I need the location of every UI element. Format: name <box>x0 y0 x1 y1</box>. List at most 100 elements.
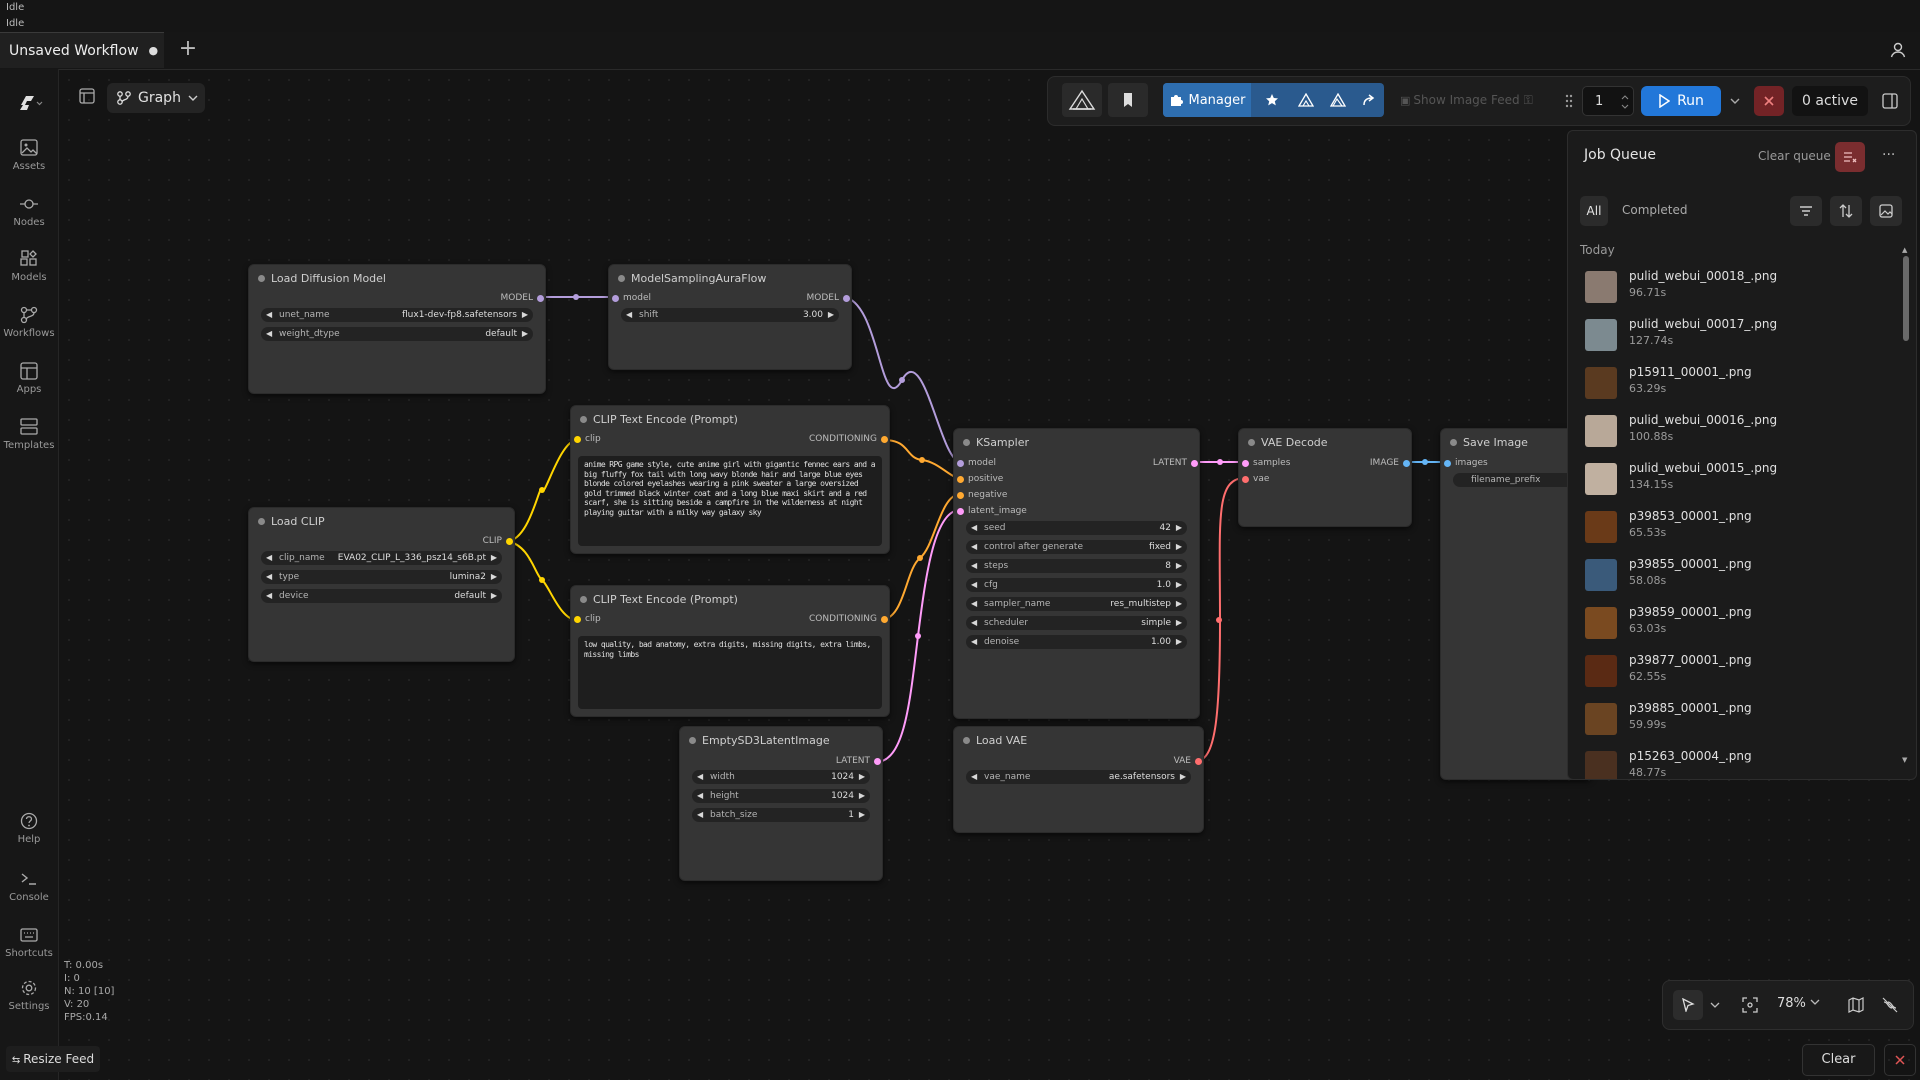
node-vae-decode[interactable]: VAE Decode samples vae IMAGE <box>1238 428 1412 527</box>
queue-item[interactable]: pulid_webui_00015_.png 134.15s <box>1585 457 1885 505</box>
manager-button[interactable]: Manager <box>1163 83 1251 117</box>
input-slot-model[interactable]: model <box>954 456 1088 470</box>
widget-control-after-generate[interactable]: ◀ control after generate fixed ▶ <box>966 540 1187 554</box>
queue-item[interactable]: p39877_00001_.png 62.55s <box>1585 649 1885 697</box>
app-logo-menu[interactable] <box>0 93 58 117</box>
widget-weight-dtype[interactable]: ◀ weight_dtype default ▶ <box>261 327 533 341</box>
fit-view-button[interactable] <box>1735 990 1765 1020</box>
bookmark-button[interactable] <box>1108 83 1148 117</box>
widget-clip-name[interactable]: ◀ clip_name EVA02_CLIP_L_336_psz14_s6B.pt ▶ <box>261 551 502 565</box>
show-image-feed-toggle[interactable]: ▣ Show Image Feed ⚿ <box>1400 93 1533 108</box>
close-feed-button[interactable] <box>1884 1044 1916 1076</box>
widget-shift[interactable]: ◀ shift 3.00 ▶ <box>621 308 839 322</box>
queue-tab-all[interactable]: All <box>1580 196 1608 226</box>
node-clip-text-encode-positive[interactable]: CLIP Text Encode (Prompt) clip CONDITION… <box>570 405 890 554</box>
node-load-diffusion-model[interactable]: Load Diffusion Model MODEL ◀ unet_name flu… <box>248 264 546 394</box>
batch-count-input[interactable]: 1 <box>1582 86 1634 116</box>
output-slot-vae[interactable]: VAE <box>1091 754 1203 768</box>
sidebar-item-nodes[interactable]: Nodes <box>0 195 58 228</box>
output-slot-clip[interactable]: CLIP <box>402 534 514 548</box>
node-load-clip[interactable]: Load CLIP CLIP ◀ clip_name EVA02_CLIP_L_33… <box>248 507 515 662</box>
queue-item[interactable]: p15263_00004_.png 48.77s <box>1585 745 1885 779</box>
cancel-run-button[interactable] <box>1754 86 1784 116</box>
run-button[interactable]: Run <box>1641 86 1721 116</box>
sidebar-item-templates[interactable]: Templates <box>0 418 58 451</box>
run-options-dropdown[interactable] <box>1723 86 1747 116</box>
widget-denoise[interactable]: ◀ denoise 1.00 ▶ <box>966 635 1187 649</box>
output-slot-latent[interactable]: LATENT <box>1087 456 1199 470</box>
right-panel-toggle[interactable] <box>1876 86 1904 116</box>
tab-unsaved-workflow[interactable]: Unsaved Workflow ● <box>0 32 164 68</box>
node-empty-sd3-latent-image[interactable]: EmptySD3LatentImage LATENT ◀ width 1024 ▶ ◀… <box>679 726 883 881</box>
input-slot-vae[interactable]: vae <box>1239 472 1343 486</box>
node-model-sampling-auraflow[interactable]: ModelSamplingAuraFlow model MODEL ◀ shift… <box>608 264 852 370</box>
input-slot-latent-image[interactable]: latent_image <box>954 504 1088 518</box>
input-slot-clip[interactable]: clip <box>571 432 685 446</box>
sidebar-item-console[interactable]: Console <box>0 870 58 903</box>
negative-prompt-textarea[interactable]: low quality, bad anatomy, extra digits, … <box>578 636 882 709</box>
queue-tab-completed[interactable]: Completed <box>1622 203 1687 217</box>
prompt-textarea[interactable]: anime RPG game style, cute anime girl wi… <box>578 456 882 546</box>
clear-queue-icon-button[interactable] <box>1835 142 1865 172</box>
output-slot-image[interactable]: IMAGE <box>1319 456 1411 470</box>
more-options-button[interactable]: ··· <box>1882 147 1895 163</box>
output-slot-model[interactable]: MODEL <box>413 291 545 305</box>
hide-links-button[interactable] <box>1875 990 1905 1020</box>
sidebar-item-models[interactable]: Models <box>0 250 58 283</box>
output-slot-model[interactable]: MODEL <box>739 291 851 305</box>
widget-seed[interactable]: ◀ seed 42 ▶ <box>966 521 1187 535</box>
queue-item[interactable]: pulid_webui_00018_.png 96.71s <box>1585 265 1885 313</box>
input-slot-images[interactable]: images <box>1441 456 1555 470</box>
zoom-level[interactable]: 78% <box>1777 996 1820 1011</box>
minimap-button[interactable] <box>1841 990 1871 1020</box>
clear-queue-button[interactable]: Clear queue <box>1758 149 1831 163</box>
queue-item[interactable]: p39855_00001_.png 58.08s <box>1585 553 1885 601</box>
node-clip-text-encode-negative[interactable]: CLIP Text Encode (Prompt) clip CONDITION… <box>570 585 890 717</box>
sort-button[interactable] <box>1830 196 1862 226</box>
input-slot-positive[interactable]: positive <box>954 472 1088 486</box>
queue-item[interactable]: p39885_00001_.png 59.99s <box>1585 697 1885 745</box>
output-slot-latent[interactable]: LATENT <box>770 754 882 768</box>
scroll-down-icon[interactable]: ▼ <box>1902 756 1907 764</box>
sidebar-item-shortcuts[interactable]: Shortcuts <box>0 926 58 959</box>
widget-cfg[interactable]: ◀ cfg 1.0 ▶ <box>966 578 1187 592</box>
resize-feed-button[interactable]: ⇆ Resize Feed <box>6 1046 100 1072</box>
queue-scrollbar[interactable]: ▲ ▼ <box>1902 246 1909 766</box>
queue-item[interactable]: pulid_webui_00016_.png 100.88s <box>1585 409 1885 457</box>
user-icon[interactable] <box>1888 40 1908 60</box>
select-tool-button[interactable] <box>1673 990 1703 1020</box>
tool-dropdown[interactable] <box>1705 990 1725 1020</box>
queue-item[interactable]: pulid_webui_00017_.png 127.74s <box>1585 313 1885 361</box>
node-ksampler[interactable]: KSampler model positive negative latent_… <box>953 428 1200 719</box>
sidebar-item-settings[interactable]: Settings <box>0 979 58 1012</box>
sidebar-item-workflows[interactable]: Workflows <box>0 306 58 339</box>
output-slot-conditioning[interactable]: CONDITIONING <box>737 612 889 626</box>
gallery-view-button[interactable] <box>1870 196 1902 226</box>
widget-vae-name[interactable]: ◀ vae_name ae.safetensors ▶ <box>966 770 1191 784</box>
new-tab-button[interactable]: + <box>176 36 200 64</box>
queue-item[interactable]: p39853_00001_.png 65.53s <box>1585 505 1885 553</box>
clear-feed-button[interactable]: Clear <box>1802 1044 1875 1076</box>
widget-device[interactable]: ◀ device default ▶ <box>261 589 502 603</box>
widget-width[interactable]: ◀ width 1024 ▶ <box>692 770 870 784</box>
sidebar-item-apps[interactable]: Apps <box>0 362 58 395</box>
widget-height[interactable]: ◀ height 1024 ▶ <box>692 789 870 803</box>
logo-button[interactable] <box>1062 83 1102 117</box>
input-slot-model[interactable]: model <box>609 291 723 305</box>
queue-item[interactable]: p39859_00001_.png 63.03s <box>1585 601 1885 649</box>
widget-scheduler[interactable]: ◀ scheduler simple ▶ <box>966 616 1187 630</box>
input-slot-clip[interactable]: clip <box>571 612 685 626</box>
active-jobs-button[interactable]: 0 active <box>1792 86 1868 116</box>
widget-type[interactable]: ◀ type lumina2 ▶ <box>261 570 502 584</box>
drag-handle-icon[interactable] <box>1564 92 1574 110</box>
input-slot-negative[interactable]: negative <box>954 488 1088 502</box>
widget-batch-size[interactable]: ◀ batch_size 1 ▶ <box>692 808 870 822</box>
node-load-vae[interactable]: Load VAE VAE ◀ vae_name ae.safetensors ▶ <box>953 726 1204 833</box>
scroll-up-icon[interactable]: ▲ <box>1902 246 1907 254</box>
sidebar-item-help[interactable]: Help <box>0 812 58 845</box>
widget-steps[interactable]: ◀ steps 8 ▶ <box>966 559 1187 573</box>
model-manager-button[interactable] <box>1323 83 1353 117</box>
queue-item[interactable]: p15911_00001_.png 63.29s <box>1585 361 1885 409</box>
model-download-button[interactable] <box>1291 83 1321 117</box>
output-slot-conditioning[interactable]: CONDITIONING <box>737 432 889 446</box>
